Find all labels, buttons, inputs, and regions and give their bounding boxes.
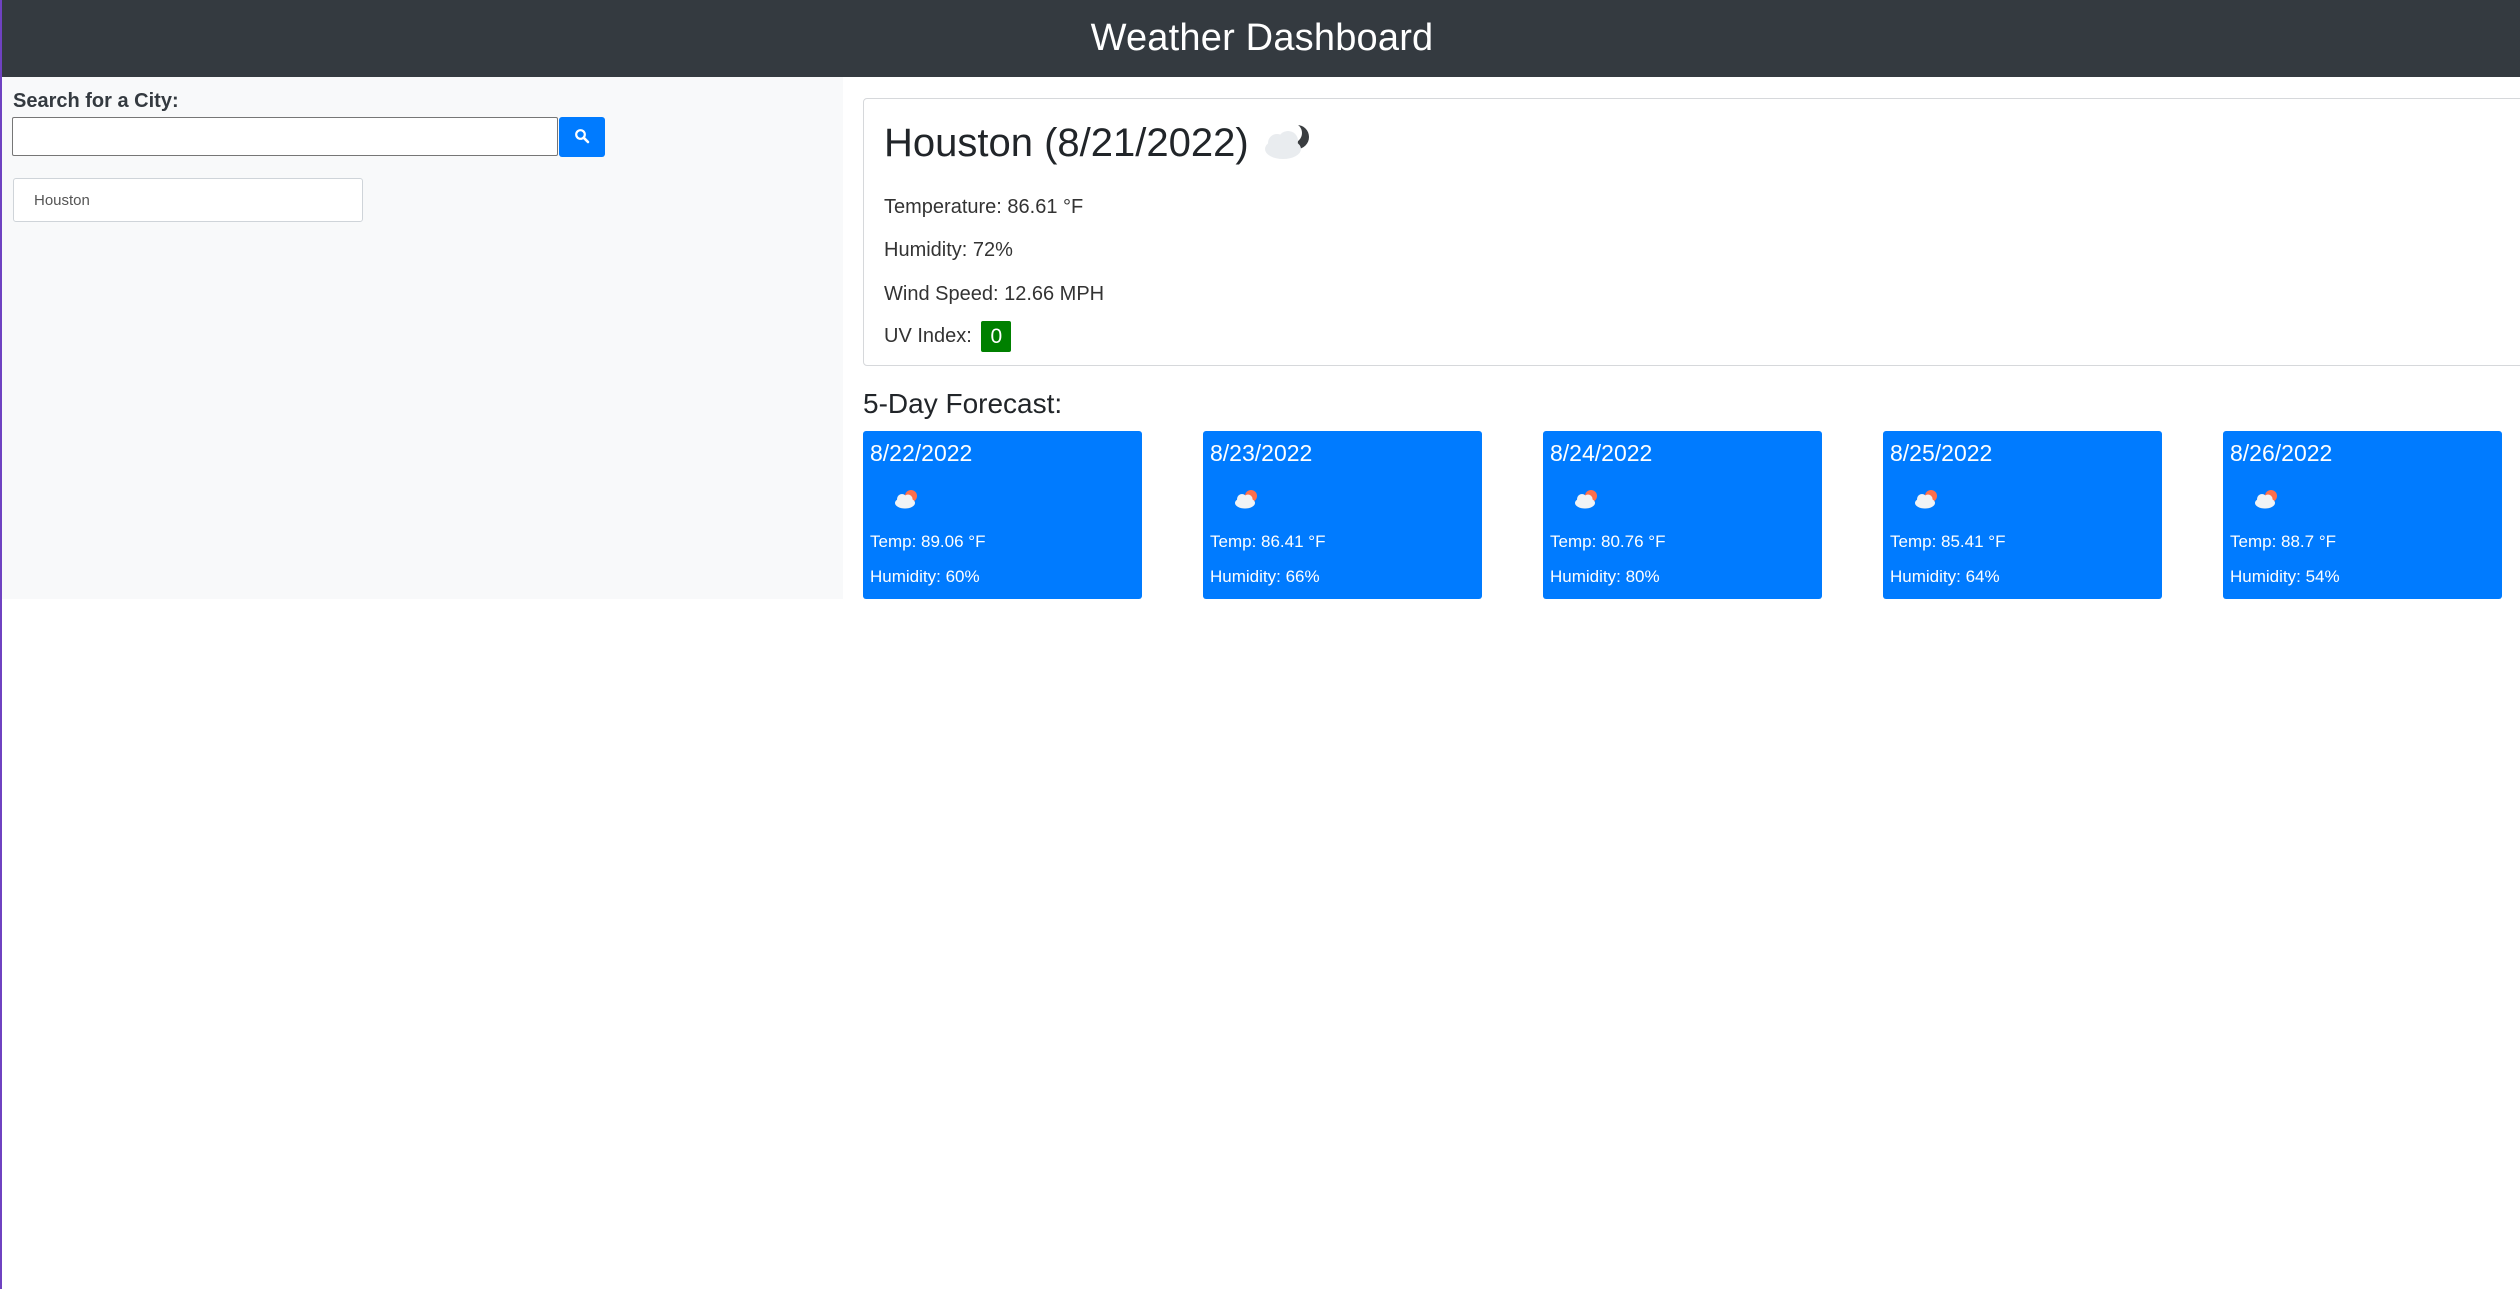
partly-cloudy-day-icon <box>2253 488 2281 515</box>
forecast-temp: Temp: 89.06 °F <box>870 532 986 551</box>
forecast-humidity: Humidity: 64% <box>1890 567 2000 586</box>
city-date-title: Houston (8/21/2022) <box>884 120 1249 165</box>
uv-badge: 0 <box>981 321 1012 352</box>
app-header: Weather Dashboard <box>2 0 2520 77</box>
current-weather-heading: Houston (8/21/2022) <box>884 113 1317 173</box>
search-sidebar: Search for a City: Houston <box>2 77 843 599</box>
forecast-card: 8/25/2022 Temp: 85.41 °F Humidity: 64% <box>1883 431 2162 599</box>
forecast-date: 8/26/2022 <box>2230 440 2333 466</box>
forecast-card: 8/26/2022 Temp: 88.7 °F Humidity: 54% <box>2223 431 2502 599</box>
forecast-humidity: Humidity: 54% <box>2230 567 2340 586</box>
current-humidity: Humidity: 72% <box>884 239 1013 261</box>
forecast-card: 8/23/2022 Temp: 86.41 °F Humidity: 66% <box>1203 431 1482 599</box>
forecast-humidity: Humidity: 80% <box>1550 567 1660 586</box>
search-button[interactable] <box>559 117 605 157</box>
forecast-card: 8/22/2022 Temp: 89.06 °F Humidity: 60% <box>863 431 1142 599</box>
forecast-temp: Temp: 80.76 °F <box>1550 532 1666 551</box>
forecast-humidity: Humidity: 60% <box>870 567 980 586</box>
partly-cloudy-day-icon <box>1233 488 1261 515</box>
current-temperature: Temperature: 86.61 °F <box>884 196 1084 218</box>
page-title: Weather Dashboard <box>1090 17 1434 59</box>
forecast-heading: 5-Day Forecast: <box>863 388 1063 419</box>
forecast-card: 8/24/2022 Temp: 80.76 °F Humidity: 80% <box>1543 431 1822 599</box>
current-wind-speed: Wind Speed: 12.66 MPH <box>884 283 1105 305</box>
cloudy-night-icon <box>1261 119 1317 173</box>
current-weather-card: Houston (8/21/2022) Temperature: 86.61 °… <box>863 98 2520 366</box>
search-icon <box>574 128 590 147</box>
forecast-temp: Temp: 88.7 °F <box>2230 532 2337 551</box>
uv-label: UV Index: <box>884 324 972 347</box>
forecast-date: 8/25/2022 <box>1890 440 1993 466</box>
history-item-houston[interactable]: Houston <box>13 178 363 222</box>
partly-cloudy-day-icon <box>893 488 921 515</box>
search-label: Search for a City: <box>13 90 179 112</box>
search-input[interactable] <box>12 117 558 156</box>
current-uv-index: UV Index: 0 <box>884 321 1012 352</box>
forecast-humidity: Humidity: 66% <box>1210 567 1320 586</box>
partly-cloudy-day-icon <box>1913 488 1941 515</box>
forecast-date: 8/23/2022 <box>1210 440 1313 466</box>
app-frame: Weather Dashboard Search for a City: Hou… <box>0 0 2520 1289</box>
forecast-date: 8/24/2022 <box>1550 440 1653 466</box>
partly-cloudy-day-icon <box>1573 488 1601 515</box>
forecast-temp: Temp: 85.41 °F <box>1890 532 2006 551</box>
forecast-date: 8/22/2022 <box>870 440 973 466</box>
forecast-temp: Temp: 86.41 °F <box>1210 532 1326 551</box>
